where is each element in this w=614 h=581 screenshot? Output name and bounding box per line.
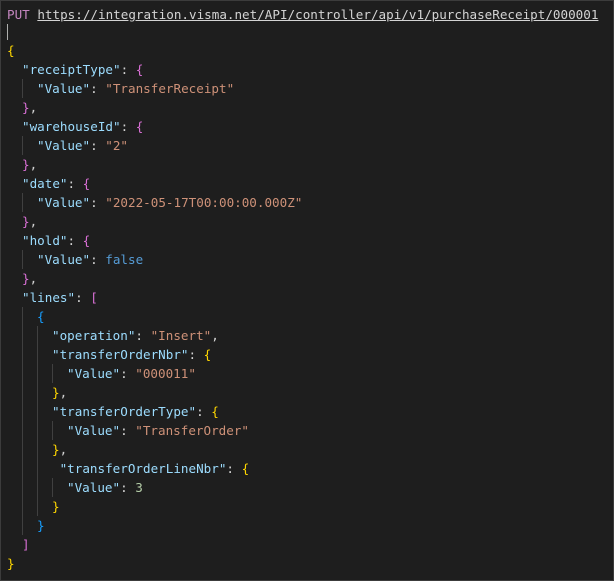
json-key: "Value" — [37, 81, 91, 96]
json-value: 3 — [135, 480, 143, 495]
code-line: "Value": "000011" — [7, 364, 196, 383]
code-line: "Value": "TransferReceipt" — [7, 79, 234, 98]
code-line: "transferOrderType": { — [7, 402, 219, 421]
code-line: "operation": "Insert", — [7, 326, 219, 345]
code-line: { — [7, 43, 15, 58]
request-line: PUT https://integration.visma.net/API/co… — [7, 5, 598, 24]
json-key: "warehouseId" — [22, 119, 121, 134]
json-key: "hold" — [22, 233, 68, 248]
json-key: "lines" — [22, 290, 76, 305]
json-value: "000011" — [135, 366, 196, 381]
code-line: }, — [22, 100, 38, 115]
json-key: "transferOrderType" — [52, 404, 197, 419]
code-line: "transferOrderLineNbr": { — [7, 459, 249, 478]
code-line: "Value": 3 — [7, 478, 143, 497]
code-line: } — [7, 516, 45, 535]
json-value: "TransferOrder" — [135, 423, 249, 438]
code-line: "date": { — [22, 176, 91, 191]
json-key: "Value" — [37, 195, 91, 210]
code-line: }, — [7, 440, 67, 459]
text-cursor — [7, 24, 8, 40]
code-line: { — [7, 307, 45, 326]
code-line: "Value": false — [7, 250, 143, 269]
code-line: "receiptType": { — [22, 62, 144, 77]
code-line: "Value": "2" — [7, 136, 128, 155]
json-value: "2022-05-17T00:00:00.000Z" — [105, 195, 303, 210]
code-line: }, — [22, 271, 38, 286]
code-editor[interactable]: PUT https://integration.visma.net/API/co… — [0, 0, 614, 581]
code-line: "lines": [ — [22, 290, 98, 305]
json-key: "transferOrderLineNbr" — [59, 461, 227, 476]
code-line: } — [7, 497, 60, 516]
code-line: }, — [22, 214, 38, 229]
json-key: "Value" — [37, 252, 91, 267]
json-value: "2" — [105, 138, 128, 153]
code-line: }, — [22, 157, 38, 172]
code-line: } — [7, 556, 15, 571]
http-method: PUT — [7, 7, 30, 22]
json-key: "operation" — [52, 328, 136, 343]
json-key: "date" — [22, 176, 68, 191]
code-line: "warehouseId": { — [22, 119, 144, 134]
json-key: "Value" — [67, 423, 121, 438]
code-line: "Value": "TransferOrder" — [7, 421, 249, 440]
json-key: "transferOrderNbr" — [52, 347, 189, 362]
json-value: false — [105, 252, 144, 267]
json-value: "TransferReceipt" — [105, 81, 235, 96]
code-line: ] — [22, 537, 30, 552]
json-key: "Value" — [37, 138, 91, 153]
code-line: "Value": "2022-05-17T00:00:00.000Z" — [7, 193, 302, 212]
json-key: "receiptType" — [22, 62, 121, 77]
json-key: "Value" — [67, 480, 121, 495]
code-line: "hold": { — [22, 233, 91, 248]
request-url-link[interactable]: https://integration.visma.net/API/contro… — [37, 7, 598, 22]
json-key: "Value" — [67, 366, 121, 381]
json-value: "Insert" — [150, 328, 212, 343]
code-line: }, — [7, 383, 67, 402]
code-line: "transferOrderNbr": { — [7, 345, 211, 364]
